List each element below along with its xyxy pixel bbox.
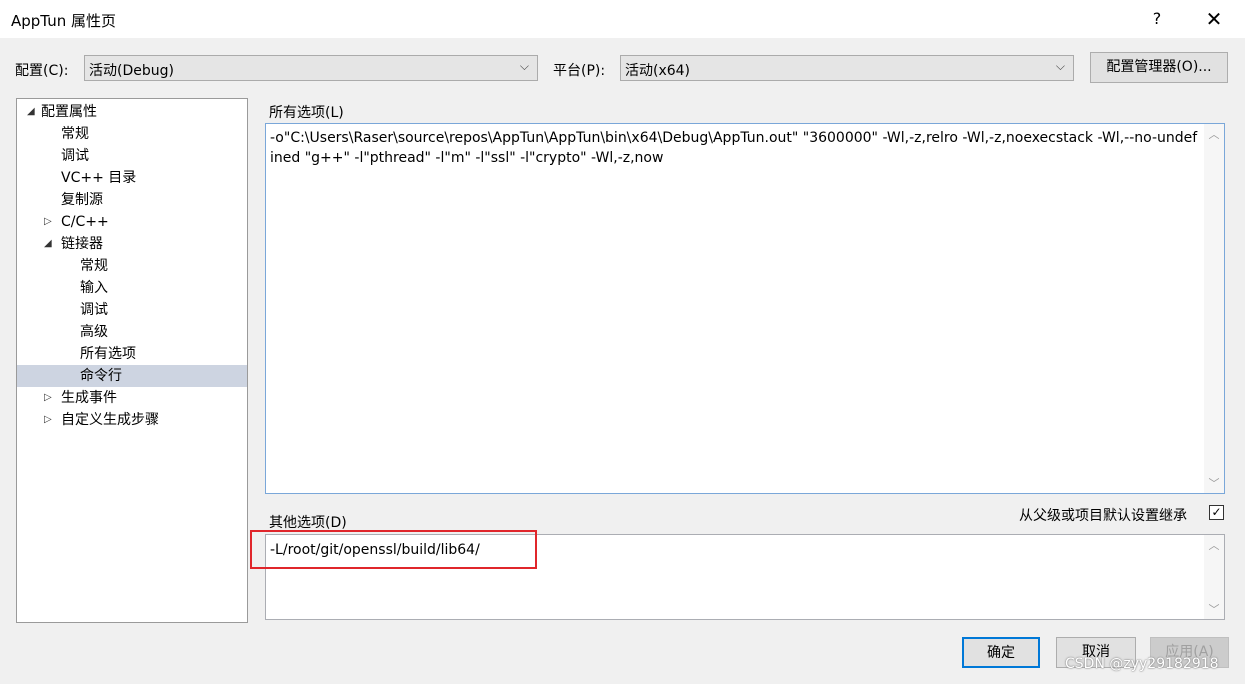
watermark: CSDN @zyy29182918 <box>1065 656 1219 672</box>
expand-arrow-icon[interactable]: ▷ <box>44 409 52 431</box>
tree-item-label: 调试 <box>80 302 108 318</box>
tree-item[interactable]: 常规 <box>17 123 247 145</box>
other-options-label: 其他选项(D) <box>269 515 347 531</box>
collapse-arrow-icon[interactable]: ◢ <box>44 233 52 255</box>
platform-label: 平台(P): <box>553 63 606 79</box>
tree-item[interactable]: 所有选项 <box>17 343 247 365</box>
tree-item[interactable]: 命令行 <box>17 365 247 387</box>
tree-item-label: 生成事件 <box>61 390 117 406</box>
all-options-textarea[interactable]: -o"C:\Users\Raser\source\repos\AppTun\Ap… <box>265 123 1225 494</box>
tree-item-label: 调试 <box>61 148 89 164</box>
tree-item[interactable]: 高级 <box>17 321 247 343</box>
scroll-up-icon[interactable]: ︿ <box>1204 537 1224 553</box>
tree-item[interactable]: ▷ 生成事件 <box>17 387 247 409</box>
title-bar: AppTun 属性页 ? ✕ <box>0 0 1245 38</box>
all-options-text: -o"C:\Users\Raser\source\repos\AppTun\Ap… <box>270 130 1198 166</box>
tree-item-label: VC++ 目录 <box>61 170 137 186</box>
config-label: 配置(C): <box>15 63 69 79</box>
chevron-down-icon: ⌵ <box>519 59 529 73</box>
config-dropdown[interactable]: 活动(Debug) ⌵ <box>84 55 538 81</box>
tree-item[interactable]: ◢ 链接器 <box>17 233 247 255</box>
platform-value: 活动(x64) <box>625 63 691 79</box>
tree-item[interactable]: ▷ 自定义生成步骤 <box>17 409 247 431</box>
help-button[interactable]: ? <box>1141 4 1173 34</box>
inherit-label: 从父级或项目默认设置继承 <box>1019 508 1187 524</box>
tree-item-label: 高级 <box>80 324 108 340</box>
tree-item[interactable]: 常规 <box>17 255 247 277</box>
tree-item[interactable]: VC++ 目录 <box>17 167 247 189</box>
close-button[interactable]: ✕ <box>1196 4 1232 34</box>
tree-item-label: 复制源 <box>61 192 103 208</box>
platform-dropdown[interactable]: 活动(x64) ⌵ <box>620 55 1074 81</box>
tree-item-label: 常规 <box>80 258 108 274</box>
chevron-down-icon: ⌵ <box>1055 59 1065 73</box>
tree-item-label: 常规 <box>61 126 89 142</box>
tree-item-label: 配置属性 <box>41 104 97 120</box>
expand-arrow-icon[interactable]: ▷ <box>44 211 52 233</box>
tree-item-label: 链接器 <box>61 236 103 252</box>
tree-item[interactable]: 调试 <box>17 299 247 321</box>
highlight-box <box>250 530 537 569</box>
tree-item[interactable]: 调试 <box>17 145 247 167</box>
tree-item-label: 自定义生成步骤 <box>61 412 159 428</box>
scroll-down-icon[interactable]: ﹀ <box>1204 601 1224 617</box>
tree-item-label: C/C++ <box>61 214 109 230</box>
inherit-checkbox[interactable]: ✓ <box>1209 505 1224 520</box>
all-options-scrollbar[interactable]: ︿ ﹀ <box>1204 124 1224 493</box>
scroll-down-icon[interactable]: ﹀ <box>1204 475 1224 491</box>
property-tree: ◢ 配置属性 常规 调试 VC++ 目录 复制源 ▷ C/C++ ◢ 链接器 常规 输入 调试 高级 所有选… <box>16 98 248 623</box>
expand-arrow-icon[interactable]: ▷ <box>44 387 52 409</box>
tree-item[interactable]: ◢ 配置属性 <box>17 101 247 123</box>
config-manager-button[interactable]: 配置管理器(O)... <box>1090 52 1228 83</box>
window-title: AppTun 属性页 <box>11 12 116 30</box>
tree-item-label: 命令行 <box>80 368 122 384</box>
tree-item[interactable]: 复制源 <box>17 189 247 211</box>
other-options-scrollbar[interactable]: ︿ ﹀ <box>1204 535 1224 619</box>
all-options-label: 所有选项(L) <box>269 105 344 121</box>
ok-button[interactable]: 确定 <box>962 637 1040 668</box>
config-value: 活动(Debug) <box>89 63 174 79</box>
tree-item[interactable]: 输入 <box>17 277 247 299</box>
tree-item-label: 所有选项 <box>80 346 136 362</box>
tree-item-label: 输入 <box>80 280 108 296</box>
scroll-up-icon[interactable]: ︿ <box>1204 126 1224 142</box>
tree-item[interactable]: ▷ C/C++ <box>17 211 247 233</box>
collapse-arrow-icon[interactable]: ◢ <box>27 101 35 123</box>
